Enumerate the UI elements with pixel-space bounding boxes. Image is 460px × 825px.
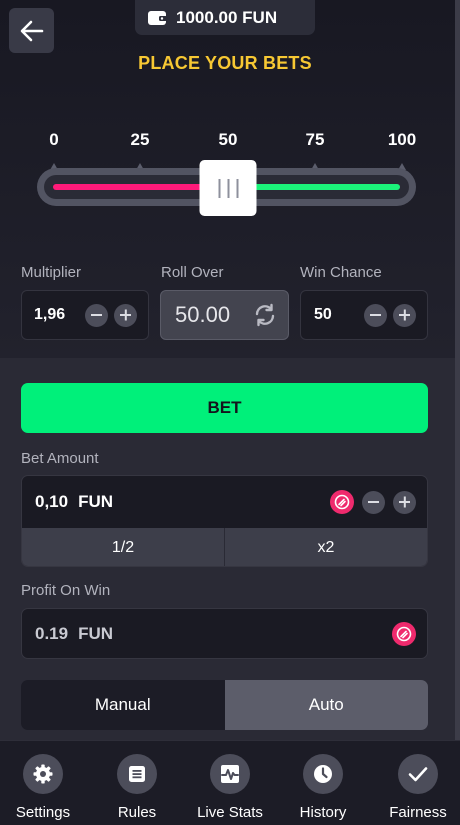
nav-label: Rules — [117, 804, 157, 821]
roll-over-label: Roll Over — [161, 264, 224, 281]
arrow-left-icon — [20, 20, 43, 41]
roll-over-value: 50.00 — [175, 302, 231, 327]
bet-amount-box: 0,10 FUN 1/2 x2 — [21, 475, 428, 567]
tick-label-0: 0 — [49, 130, 59, 149]
page-title: PLACE YOUR BETS — [138, 53, 312, 73]
bet-decrease-button[interactable] — [362, 490, 385, 514]
profit-currency: FUN — [78, 623, 114, 643]
win-chance-value[interactable]: 50 — [314, 306, 364, 324]
bet-amount-controls — [330, 490, 416, 514]
auto-mode-tab[interactable]: Auto — [224, 680, 428, 730]
scrollbar[interactable] — [455, 0, 460, 740]
nav-settings[interactable]: Settings — [0, 741, 89, 825]
bet-amount-value: 0,10 — [35, 492, 69, 511]
win-chance-label: Win Chance — [300, 264, 382, 281]
bet-button[interactable]: BET — [21, 383, 428, 433]
checkmark-icon — [398, 754, 438, 794]
profit-field: 0.19 FUN — [21, 608, 428, 659]
multiplier-increase-button[interactable] — [114, 303, 137, 327]
profit-value: 0.19 — [35, 623, 69, 643]
roll-over-field[interactable]: 50.00 — [160, 290, 289, 340]
coin-icon — [392, 622, 416, 646]
nav-label: History — [299, 804, 347, 821]
nav-live-stats[interactable]: Live Stats — [184, 741, 276, 825]
grip-line — [218, 178, 220, 198]
tick-label-75: 75 — [305, 130, 325, 149]
multiplier-decrease-button[interactable] — [85, 303, 108, 327]
tick-label-100: 100 — [387, 130, 417, 149]
clock-icon — [303, 754, 343, 794]
wallet-icon — [148, 10, 167, 25]
win-chance-decrease-button[interactable] — [364, 303, 387, 327]
bet-multiplier-buttons: 1/2 x2 — [22, 528, 427, 566]
manual-mode-tab[interactable]: Manual — [21, 680, 225, 730]
grip-line — [227, 178, 229, 198]
multiplier-field[interactable]: 1,96 — [21, 290, 149, 340]
coin-icon — [330, 490, 354, 514]
back-button[interactable] — [9, 8, 54, 53]
bottom-navigation: Settings Rules Live Stats History Fairne… — [0, 740, 460, 825]
bet-amount-label: Bet Amount — [21, 450, 99, 467]
double-bet-button[interactable]: x2 — [224, 528, 427, 566]
nav-history[interactable]: History — [277, 741, 369, 825]
nav-label: Settings — [15, 804, 71, 821]
gear-icon — [23, 754, 63, 794]
bet-currency: FUN — [78, 492, 114, 511]
document-icon — [117, 754, 157, 794]
pulse-icon — [210, 754, 250, 794]
grip-line — [236, 178, 238, 198]
balance-amount: 1000.00 FUN — [176, 7, 278, 27]
slider-handle[interactable] — [199, 160, 257, 216]
multiplier-label: Multiplier — [21, 264, 82, 281]
nav-label: Fairness — [389, 804, 447, 821]
profit-label: Profit On Win — [21, 582, 111, 599]
balance-display: 1000.00 FUN — [135, 0, 315, 35]
nav-fairness[interactable]: Fairness — [372, 741, 460, 825]
mode-toggle: Manual Auto — [21, 680, 428, 730]
nav-label: Live Stats — [197, 804, 263, 821]
bet-increase-button[interactable] — [393, 490, 416, 514]
swap-icon[interactable] — [252, 302, 278, 328]
win-chance-increase-button[interactable] — [393, 303, 416, 327]
multiplier-value[interactable]: 1,96 — [34, 306, 84, 324]
tick-label-50: 50 — [218, 130, 238, 149]
half-bet-button[interactable]: 1/2 — [22, 528, 224, 566]
nav-rules[interactable]: Rules — [91, 741, 183, 825]
win-chance-field[interactable]: 50 — [300, 290, 428, 340]
tick-label-25: 25 — [130, 130, 150, 149]
